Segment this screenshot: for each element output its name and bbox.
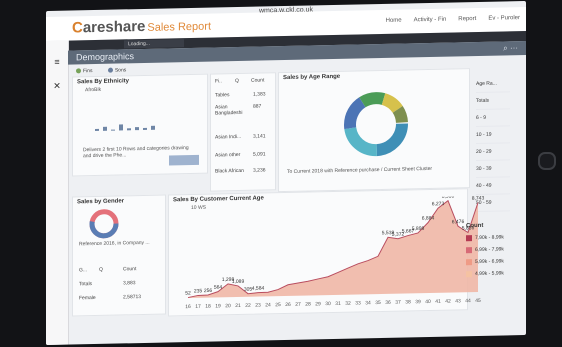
age-row[interactable]: 40 - 49	[476, 177, 510, 196]
x-tick-label: 29	[315, 301, 321, 307]
nav-activity[interactable]: Activity - Fin	[414, 17, 447, 24]
eth-bar	[135, 127, 139, 131]
data-label: 4,584	[252, 286, 265, 292]
age-range-note: To Current 2018 with Reference purchase …	[287, 165, 433, 175]
x-tick-label: 27	[295, 302, 301, 308]
top-legend: Fins Sons	[76, 67, 126, 74]
left-sidebar: ≡ ✕	[46, 40, 69, 346]
x-tick-label: 43	[455, 298, 461, 304]
x-tick-label: 39	[415, 299, 421, 305]
eth-bar	[95, 128, 99, 132]
nav-report[interactable]: Report	[458, 16, 476, 22]
data-label: 8,743	[472, 196, 485, 202]
more-icon[interactable]: ⋯	[510, 43, 518, 52]
data-label: 235	[194, 288, 203, 294]
data-label: 564	[214, 285, 223, 291]
x-tick-label: 16	[185, 304, 191, 310]
tablet-screen: wmca.w.ckl.co.uk Careshare Sales Report H…	[46, 0, 526, 346]
panel-sales-by-age-range: Sales by Age Range To Current 2018 with …	[278, 68, 470, 193]
x-tick-label: 44	[465, 298, 471, 304]
eth-bar	[103, 126, 107, 131]
age-row[interactable]: 30 - 39	[476, 160, 510, 179]
data-label: 256	[204, 288, 213, 294]
eth-bar	[127, 128, 131, 131]
data-label: 52	[185, 290, 191, 296]
age-row[interactable]: 20 - 29	[476, 143, 510, 162]
gender-note: Reference 2016, in Company ...	[79, 239, 150, 248]
data-label: 8,986	[442, 196, 455, 200]
x-tick-label: 42	[445, 299, 451, 305]
age-total: Totals	[476, 92, 510, 111]
x-tick-label: 41	[435, 299, 441, 305]
x-tick-label: 32	[345, 301, 351, 307]
nav-home[interactable]: Home	[386, 18, 402, 24]
axis-label: AfroBlk	[85, 86, 102, 94]
customer-age-chart: 16 17 18 19 20 21 22 23 24 25 26 27 28 29 30 31 32 33 34 35…	[185, 196, 485, 310]
data-label: 6,476	[452, 219, 465, 225]
x-tick-label: 40	[425, 299, 431, 305]
x-tick-label: 21	[235, 303, 241, 309]
age-row[interactable]: 6 - 9	[476, 109, 510, 128]
count-legend: Count 7,90k - 8,99k 6,99k - 7,99k 5,99k …	[466, 222, 504, 278]
x-tick-label: 25	[275, 302, 281, 308]
x-tick-label: 18	[205, 304, 211, 310]
eth-bar	[119, 124, 123, 131]
x-tick-label: 45	[475, 298, 481, 304]
panel-title: Sales by Age Range	[283, 73, 341, 82]
data-label: 5,898	[412, 226, 425, 232]
x-tick-label: 28	[305, 301, 311, 307]
panel-sales-by-gender: Sales by Gender Reference 2016, in Compa…	[72, 194, 166, 317]
data-label: 6,884	[422, 215, 435, 221]
age-donut	[344, 92, 408, 157]
eth-bar	[151, 125, 155, 130]
tablet-camera-button	[538, 152, 556, 170]
ethnicity-table: Fi.. Q Count Tables 1,383 Asian Banglades…	[210, 72, 276, 192]
sheet-tools: ⌕ ⋯	[503, 43, 518, 53]
search-icon[interactable]: ⌕	[503, 43, 507, 52]
x-tick-label: 34	[365, 300, 371, 306]
x-tick-label: 20	[225, 303, 231, 309]
data-label: 6,273	[432, 201, 445, 207]
x-tick-label: 23	[255, 303, 261, 309]
x-tick-label: 35	[375, 300, 381, 306]
sheet-title: Demographics	[76, 51, 135, 63]
app-logo: Careshare Sales Report	[72, 17, 211, 37]
tab-loading[interactable]: Loading...	[124, 39, 184, 49]
x-tick-label: 31	[335, 301, 341, 307]
eth-bar	[111, 129, 115, 131]
menu-icon[interactable]: ≡	[52, 57, 62, 67]
x-tick-label: 36	[385, 300, 391, 306]
x-tick-label: 37	[395, 300, 401, 306]
panel-sales-by-ethnicity: Sales By Ethnicity AfroBlk Delivers 2 fi…	[72, 73, 208, 177]
x-tick-label: 33	[355, 300, 361, 306]
x-tick-label: 17	[195, 304, 201, 310]
age-header: Age Ra...	[476, 75, 510, 94]
panel-title: Sales by Gender	[77, 198, 125, 206]
nav-user[interactable]: Ev - Puroler	[488, 15, 520, 22]
eth-bar	[143, 127, 147, 130]
gender-donut	[89, 209, 119, 239]
panel-title: Sales By Ethnicity	[77, 78, 130, 86]
x-tick-label: 22	[245, 303, 251, 309]
close-icon[interactable]: ✕	[52, 81, 62, 91]
ethnicity-scroll[interactable]	[169, 154, 199, 166]
x-tick-label: 26	[285, 302, 291, 308]
x-tick-label: 24	[265, 302, 271, 308]
age-row[interactable]: 10 - 19	[476, 126, 510, 145]
x-tick-label: 19	[215, 303, 221, 309]
top-nav: Home Activity - Fin Report Ev - Puroler	[386, 15, 520, 24]
x-tick-label: 30	[325, 301, 331, 307]
x-tick-label: 38	[405, 299, 411, 305]
age-range-list: Age Ra... Totals 6 - 9 10 - 19 20 - 29 3…	[476, 75, 510, 213]
data-label: 1,089	[232, 279, 245, 285]
